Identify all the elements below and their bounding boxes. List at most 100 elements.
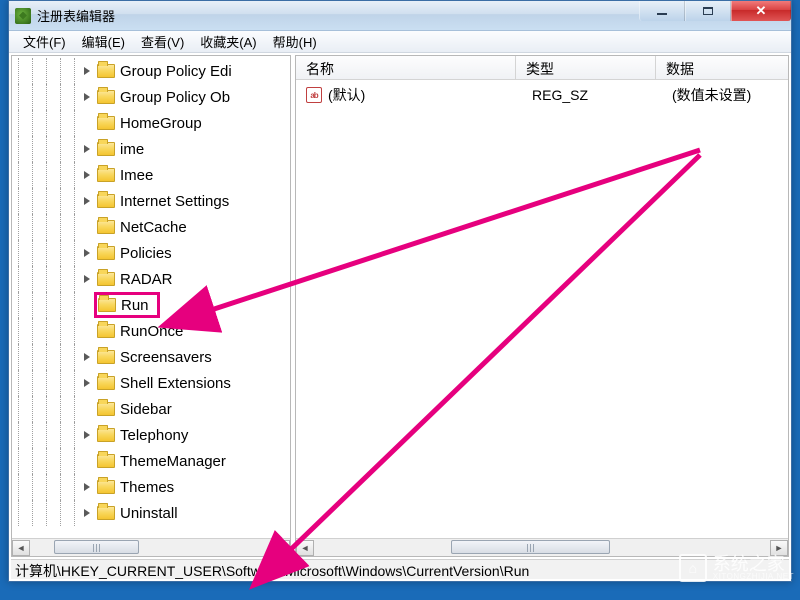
watermark-text-cn: 系统之家 [713, 555, 794, 573]
menu-favorites[interactable]: 收藏夹(A) [192, 32, 264, 51]
tree-item[interactable]: Sidebar [12, 396, 290, 422]
scroll-track[interactable] [30, 540, 272, 556]
tree-item[interactable]: HomeGroup [12, 110, 290, 136]
expand-icon[interactable] [82, 508, 93, 519]
scroll-right-icon[interactable]: ► [272, 540, 290, 556]
registry-editor-window: 注册表编辑器 ✕ 文件(F) 编辑(E) 查看(V) 收藏夹(A) 帮助(H) … [8, 0, 792, 582]
tree-item[interactable]: Uninstall [12, 500, 290, 526]
tree-item-label: Screensavers [120, 349, 212, 366]
tree-item-label: ime [120, 141, 144, 158]
close-button[interactable]: ✕ [731, 1, 791, 21]
tree-item-label: Group Policy Edi [120, 63, 232, 80]
value-type: REG_SZ [532, 87, 672, 103]
string-value-icon: ab [306, 87, 322, 103]
scroll-left-icon[interactable]: ◄ [296, 540, 314, 556]
tree-item[interactable]: Run [12, 292, 290, 318]
menu-edit[interactable]: 编辑(E) [74, 32, 133, 51]
tree-item[interactable]: Policies [12, 240, 290, 266]
menu-view[interactable]: 查看(V) [133, 32, 192, 51]
tree-horizontal-scrollbar[interactable]: ◄ ► [12, 538, 290, 556]
folder-icon [97, 324, 115, 338]
status-path: 计算机\HKEY_CURRENT_USER\Software\Microsoft… [15, 563, 529, 579]
menu-help[interactable]: 帮助(H) [265, 32, 325, 51]
expand-icon[interactable] [82, 170, 93, 181]
tree-item-label: Uninstall [120, 505, 178, 522]
column-header-type[interactable]: 类型 [516, 56, 656, 79]
titlebar[interactable]: 注册表编辑器 ✕ [9, 1, 791, 31]
tree-item-label: RADAR [120, 271, 173, 288]
maximize-button[interactable] [685, 1, 731, 21]
tree-item-label: Group Policy Ob [120, 89, 230, 106]
list-header: 名称 类型 数据 [296, 56, 788, 80]
folder-icon [97, 194, 115, 208]
tree-pane: Group Policy Edi Group Policy Ob HomeGroup… [11, 55, 291, 557]
leaf-icon [82, 300, 93, 311]
expand-icon[interactable] [82, 430, 93, 441]
tree-item[interactable]: NetCache [12, 214, 290, 240]
value-list-pane: 名称 类型 数据 ab(默认)REG_SZ(数值未设置) ◄ ► [295, 55, 789, 557]
tree-item-label: ThemeManager [120, 453, 226, 470]
folder-icon [97, 480, 115, 494]
tree-item[interactable]: Shell Extensions [12, 370, 290, 396]
tree-item-label: Run [121, 297, 149, 314]
regedit-icon [15, 8, 31, 24]
leaf-icon [82, 456, 93, 467]
value-data: (数值未设置) [672, 85, 788, 105]
tree-item-label: RunOnce [120, 323, 183, 340]
scroll-thumb[interactable] [451, 540, 611, 554]
tree-item[interactable]: RADAR [12, 266, 290, 292]
minimize-button[interactable] [639, 1, 685, 21]
scroll-left-icon[interactable]: ◄ [12, 540, 30, 556]
tree-item-label: Shell Extensions [120, 375, 231, 392]
tree-item[interactable]: Imee [12, 162, 290, 188]
client-area: Group Policy Edi Group Policy Ob HomeGroup… [11, 55, 789, 557]
scroll-thumb[interactable] [54, 540, 139, 554]
folder-icon [97, 402, 115, 416]
tree-item[interactable]: Telephony [12, 422, 290, 448]
folder-icon [97, 90, 115, 104]
folder-icon [98, 298, 116, 312]
tree-item[interactable]: Internet Settings [12, 188, 290, 214]
expand-icon[interactable] [82, 66, 93, 77]
column-header-name[interactable]: 名称 [296, 56, 516, 79]
tree-item[interactable]: RunOnce [12, 318, 290, 344]
leaf-icon [82, 326, 93, 337]
registry-tree[interactable]: Group Policy Edi Group Policy Ob HomeGroup… [12, 56, 290, 538]
window-title: 注册表编辑器 [37, 6, 115, 25]
leaf-icon [82, 222, 93, 233]
tree-item-label: HomeGroup [120, 115, 202, 132]
tree-item[interactable]: ime [12, 136, 290, 162]
watermark-logo-icon: ⌂ [679, 554, 707, 582]
value-list[interactable]: ab (默认)REG_SZ(数值未设置) [296, 80, 788, 110]
highlighted-item: Run [94, 292, 160, 318]
tree-item[interactable]: Group Policy Edi [12, 58, 290, 84]
folder-icon [97, 454, 115, 468]
folder-icon [97, 142, 115, 156]
tree-item[interactable]: Screensavers [12, 344, 290, 370]
column-header-data[interactable]: 数据 [656, 56, 788, 79]
folder-icon [97, 64, 115, 78]
expand-icon[interactable] [82, 196, 93, 207]
expand-icon[interactable] [82, 144, 93, 155]
value-name: (默认) [328, 85, 532, 105]
tree-item[interactable]: ThemeManager [12, 448, 290, 474]
tree-item-label: NetCache [120, 219, 187, 236]
expand-icon[interactable] [82, 378, 93, 389]
window-controls: ✕ [639, 1, 791, 21]
expand-icon[interactable] [82, 92, 93, 103]
folder-icon [97, 272, 115, 286]
folder-icon [97, 506, 115, 520]
menu-file[interactable]: 文件(F) [15, 32, 74, 51]
folder-icon [97, 376, 115, 390]
tree-item-label: Sidebar [120, 401, 172, 418]
expand-icon[interactable] [82, 482, 93, 493]
folder-icon [97, 116, 115, 130]
expand-icon[interactable] [82, 352, 93, 363]
expand-icon[interactable] [82, 248, 93, 259]
tree-item[interactable]: Themes [12, 474, 290, 500]
expand-icon[interactable] [82, 274, 93, 285]
folder-icon [97, 246, 115, 260]
leaf-icon [82, 404, 93, 415]
tree-item[interactable]: Group Policy Ob [12, 84, 290, 110]
list-row[interactable]: ab (默认)REG_SZ(数值未设置) [296, 84, 788, 106]
